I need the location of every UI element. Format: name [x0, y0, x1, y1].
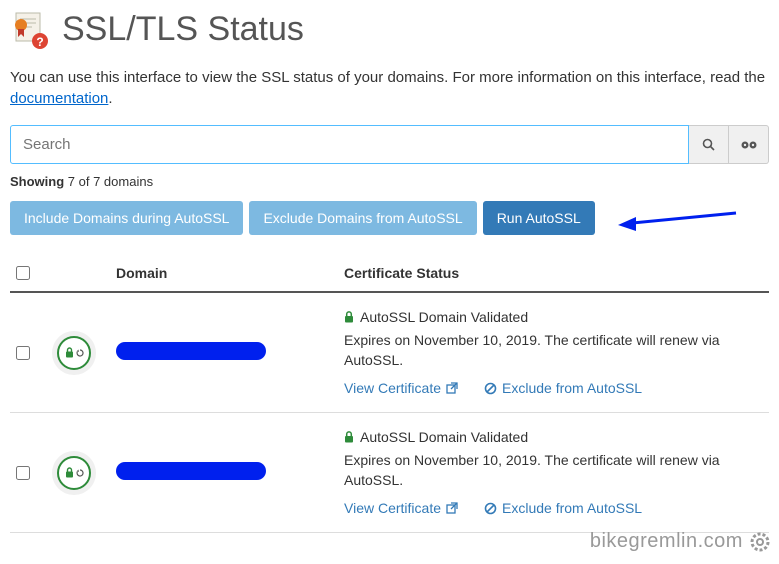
search-icon — [702, 138, 716, 152]
documentation-link[interactable]: documentation — [10, 90, 108, 107]
gears-icon — [740, 138, 758, 152]
annotation-arrow — [618, 209, 738, 233]
result-count: Showing 7 of 7 domains — [10, 174, 769, 189]
intro-before: You can use this interface to view the S… — [10, 69, 765, 86]
refresh-icon — [76, 349, 84, 357]
watermark-text: bikegremlin.com — [590, 530, 743, 552]
view-certificate-label: View Certificate — [344, 380, 441, 396]
certificate-icon: ? — [10, 11, 48, 49]
redacted-domain — [116, 342, 266, 360]
view-certificate-link[interactable]: View Certificate — [344, 500, 458, 516]
ssl-status-icon — [52, 331, 96, 375]
column-header-status[interactable]: Certificate Status — [344, 265, 763, 281]
intro-text: You can use this interface to view the S… — [10, 67, 769, 109]
status-label: AutoSSL Domain Validated — [360, 429, 528, 445]
lock-icon — [65, 467, 74, 478]
expires-text: Expires on November 10, 2019. The certif… — [344, 331, 763, 370]
action-button-row: Include Domains during AutoSSL Exclude D… — [10, 201, 769, 235]
expires-text: Expires on November 10, 2019. The certif… — [344, 451, 763, 490]
column-header-domain[interactable]: Domain — [116, 265, 344, 281]
search-input[interactable] — [10, 125, 689, 164]
table-row: AutoSSL Domain Validated Expires on Nove… — [10, 413, 769, 533]
exclude-from-autossl-link[interactable]: Exclude from AutoSSL — [484, 500, 642, 516]
ban-icon — [484, 502, 497, 515]
page-header: ? SSL/TLS Status — [10, 10, 769, 49]
domain-cell — [116, 342, 344, 363]
lock-icon — [344, 311, 354, 323]
svg-text:?: ? — [36, 35, 43, 49]
count-label: Showing — [10, 174, 64, 189]
exclude-domains-button[interactable]: Exclude Domains from AutoSSL — [249, 201, 476, 235]
status-label: AutoSSL Domain Validated — [360, 309, 528, 325]
external-link-icon — [446, 502, 458, 514]
page-title: SSL/TLS Status — [62, 10, 304, 49]
settings-button[interactable] — [729, 125, 769, 164]
run-autossl-button[interactable]: Run AutoSSL — [483, 201, 595, 235]
search-button[interactable] — [689, 125, 729, 164]
ban-icon — [484, 382, 497, 395]
table-header: Domain Certificate Status — [10, 255, 769, 293]
table-row: AutoSSL Domain Validated Expires on Nove… — [10, 293, 769, 413]
search-row — [10, 125, 769, 164]
status-cell: AutoSSL Domain Validated Expires on Nove… — [344, 429, 763, 516]
watermark: bikegremlin.com — [590, 530, 771, 553]
row-checkbox[interactable] — [16, 466, 30, 480]
include-domains-button[interactable]: Include Domains during AutoSSL — [10, 201, 243, 235]
redacted-domain — [116, 462, 266, 480]
view-certificate-label: View Certificate — [344, 500, 441, 516]
exclude-from-autossl-link[interactable]: Exclude from AutoSSL — [484, 380, 642, 396]
exclude-label: Exclude from AutoSSL — [502, 500, 642, 516]
view-certificate-link[interactable]: View Certificate — [344, 380, 458, 396]
lock-icon — [65, 347, 74, 358]
exclude-label: Exclude from AutoSSL — [502, 380, 642, 396]
gear-icon — [749, 531, 771, 553]
status-cell: AutoSSL Domain Validated Expires on Nove… — [344, 309, 763, 396]
row-checkbox[interactable] — [16, 346, 30, 360]
intro-after: . — [108, 90, 112, 107]
domain-cell — [116, 462, 344, 483]
lock-icon — [344, 431, 354, 443]
external-link-icon — [446, 382, 458, 394]
count-value: 7 of 7 domains — [68, 174, 153, 189]
refresh-icon — [76, 469, 84, 477]
ssl-status-icon — [52, 451, 96, 495]
select-all-checkbox[interactable] — [16, 266, 30, 280]
